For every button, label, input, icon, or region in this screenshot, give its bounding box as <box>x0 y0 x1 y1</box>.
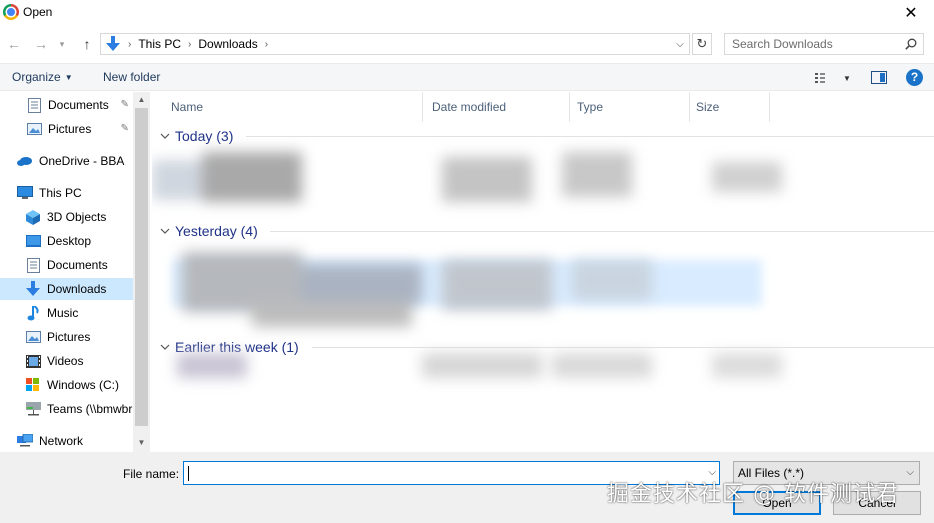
address-bar[interactable]: › This PC › Downloads › ⌵ <box>100 33 690 55</box>
search-input[interactable] <box>732 34 902 54</box>
recent-locations-button[interactable]: ▾ <box>56 34 68 54</box>
file-list: Name Date modified Type Size Today (3) Y… <box>152 92 934 452</box>
organize-label: Organize <box>12 70 61 84</box>
search-box[interactable] <box>724 33 924 55</box>
nav-item-label: OneDrive - BBA <box>39 154 125 168</box>
nav-item-pictures[interactable]: Pictures <box>0 326 133 348</box>
search-icon[interactable] <box>905 38 917 50</box>
nav-item-downloads[interactable]: Downloads <box>0 278 133 300</box>
pictures-icon <box>26 121 42 137</box>
nav-item-this-pc[interactable]: This PC <box>0 182 133 204</box>
address-dropdown-button[interactable]: ⌵ <box>673 36 687 52</box>
chevron-down-icon: ▼ <box>843 73 851 83</box>
nav-item-label: Music <box>47 306 79 320</box>
group-header-today[interactable]: Today (3) <box>160 125 233 147</box>
forward-button[interactable]: → <box>31 34 51 54</box>
3d-objects-icon <box>25 209 41 225</box>
close-button[interactable]: ✕ <box>888 0 934 25</box>
refresh-button[interactable]: ↻ <box>692 33 712 55</box>
group-divider <box>246 136 934 137</box>
downloads-icon <box>25 281 41 297</box>
breadcrumb-separator: › <box>188 38 192 50</box>
breadcrumb-separator: › <box>128 38 132 50</box>
nav-item-label: Pictures <box>48 122 92 136</box>
nav-item-teams-network-drive[interactable]: Teams (\\bmwbr <box>0 398 133 420</box>
desktop-icon <box>25 233 41 249</box>
chevron-down-icon <box>160 131 170 141</box>
title-bar: Open ✕ <box>0 0 934 25</box>
column-header-name[interactable]: Name <box>152 92 423 122</box>
chevron-down-icon: ⌵ <box>906 467 914 478</box>
nav-item-label: This PC <box>39 186 82 200</box>
file-name-label: File name: <box>123 467 180 481</box>
blurred-file-rows <box>152 347 792 387</box>
this-pc-icon <box>17 185 33 201</box>
group-label: Today (3) <box>175 128 234 144</box>
documents-icon <box>26 97 42 113</box>
change-view-button[interactable]: ▼ <box>815 70 851 86</box>
nav-item-label: Pictures <box>47 330 91 344</box>
nav-item-label: Network <box>39 434 84 448</box>
nav-item-documents[interactable]: Documents <box>0 254 133 276</box>
network-drive-icon <box>25 401 41 417</box>
documents-icon <box>25 257 41 273</box>
window-title: Open <box>23 5 53 19</box>
breadcrumb-this-pc[interactable]: This PC <box>138 37 181 51</box>
nav-item-onedrive[interactable]: OneDrive - BBA <box>0 150 133 172</box>
nav-item-label: Videos <box>47 354 84 368</box>
group-header-yesterday[interactable]: Yesterday (4) <box>160 220 258 242</box>
scrollbar-thumb[interactable] <box>135 108 148 426</box>
organize-button[interactable]: Organize ▼ <box>12 70 73 84</box>
nav-item-network[interactable]: Network <box>0 430 133 452</box>
blurred-file-rows <box>152 152 792 212</box>
view-details-icon <box>815 73 825 83</box>
onedrive-icon <box>17 153 33 169</box>
command-toolbar: Organize ▼ New folder ▼ ? <box>0 63 934 91</box>
column-header-size[interactable]: Size <box>690 92 770 122</box>
nav-item-videos[interactable]: Videos <box>0 350 133 372</box>
group-divider <box>270 231 934 232</box>
nav-item-documents-quick[interactable]: Documents ✎ <box>0 94 133 116</box>
preview-pane-icon[interactable] <box>871 71 887 84</box>
pin-icon: ✎ <box>120 123 129 134</box>
scroll-down-arrow-icon[interactable]: ▼ <box>136 438 147 448</box>
chevron-down-icon <box>160 226 170 236</box>
up-button[interactable]: ↑ <box>77 34 97 54</box>
pin-icon: ✎ <box>120 99 129 110</box>
navigation-pane: Documents ✎ Pictures ✎ OneDrive - BBA Th… <box>0 92 133 452</box>
help-button[interactable]: ? <box>906 69 923 86</box>
pictures-icon <box>25 329 41 345</box>
column-header-type[interactable]: Type <box>570 92 690 122</box>
nav-item-label: Downloads <box>47 282 107 296</box>
videos-icon <box>25 353 41 369</box>
scroll-up-arrow-icon[interactable]: ▲ <box>136 95 147 105</box>
column-header-date-modified[interactable]: Date modified <box>423 92 570 122</box>
nav-item-label: Documents <box>48 98 109 112</box>
music-icon <box>25 305 41 321</box>
nav-item-desktop[interactable]: Desktop <box>0 230 133 252</box>
nav-item-music[interactable]: Music <box>0 302 133 324</box>
text-cursor <box>188 466 189 481</box>
downloads-icon <box>105 36 121 52</box>
navigation-pane-scrollbar[interactable]: ▲ ▼ <box>133 92 150 452</box>
nav-item-label: Documents <box>47 258 108 272</box>
breadcrumb-downloads[interactable]: Downloads <box>198 37 257 51</box>
group-label: Yesterday (4) <box>175 223 258 239</box>
nav-item-label: Teams (\\bmwbr <box>47 402 133 416</box>
drive-icon <box>25 377 41 393</box>
new-folder-button[interactable]: New folder <box>103 70 160 84</box>
network-icon <box>17 433 33 449</box>
nav-item-3d-objects[interactable]: 3D Objects <box>0 206 133 228</box>
chrome-icon <box>3 4 19 20</box>
nav-item-pictures-quick[interactable]: Pictures ✎ <box>0 118 133 140</box>
watermark: 掘金技术社区 @ 软件测试君 <box>607 482 899 507</box>
breadcrumb-separator: › <box>264 38 269 50</box>
blurred-file-rows <box>152 242 792 332</box>
nav-item-label: Windows (C:) <box>47 378 120 392</box>
nav-item-label: 3D Objects <box>47 210 107 224</box>
nav-item-label: Desktop <box>47 234 92 248</box>
back-button[interactable]: ← <box>4 34 24 54</box>
chevron-down-icon: ▼ <box>64 73 73 82</box>
nav-item-windows-c[interactable]: Windows (C:) <box>0 374 133 396</box>
